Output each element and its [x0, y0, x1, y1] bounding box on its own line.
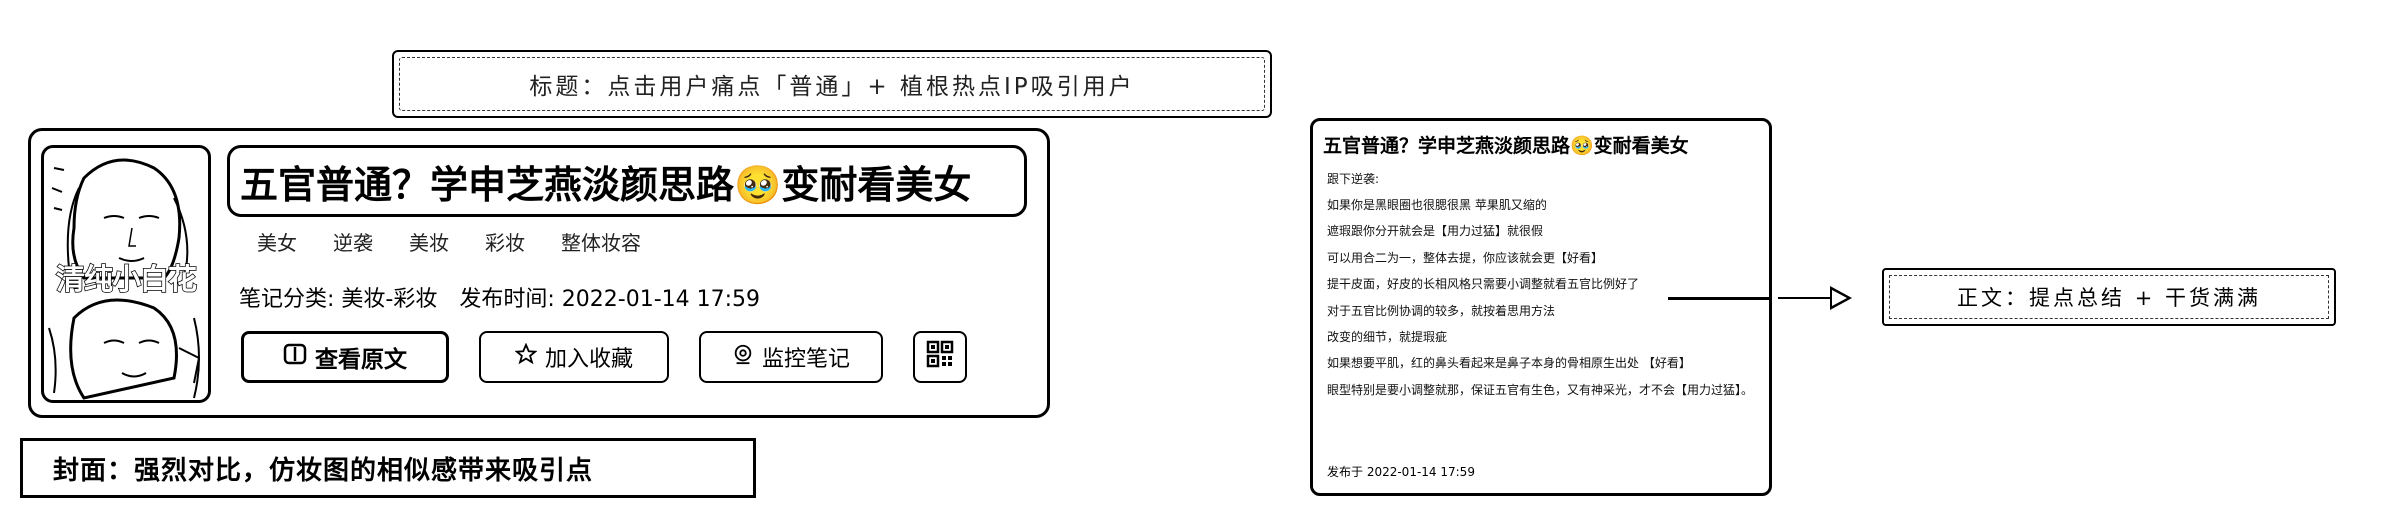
connector-line [1778, 297, 1832, 299]
note-title-text: 五官普通？学申芝燕淡颜思路🥹变耐看美女 [240, 162, 972, 207]
publish-time-value: 2022-01-14 17:59 [561, 287, 761, 312]
preview-title: 五官普通？学申芝燕淡颜思路🥹变耐看美女 [1323, 135, 1689, 157]
preview-line: 改变的细节，就提瑕疵 [1327, 329, 1448, 344]
target-icon [732, 343, 754, 371]
title-annotation: 标题：点击用户痛点「普通」+ 植根热点IP吸引用户 [392, 50, 1272, 118]
tag-item[interactable]: 整体妆容 [561, 227, 641, 256]
preview-date: 发布于 2022-01-14 17:59 [1327, 464, 1475, 479]
preview-highlight-line [1668, 297, 1772, 300]
tag-item[interactable]: 逆袭 [333, 227, 373, 256]
publish-time-label: 发布时间: [459, 287, 555, 312]
preview-line: 跟下逆袭: [1327, 171, 1380, 186]
book-icon [283, 342, 307, 372]
category-field: 笔记分类: 美妆-彩妆 [239, 281, 437, 313]
note-preview-card: 五官普通？学申芝燕淡颜思路🥹变耐看美女 跟下逆袭: 如果你是黑眼圈也很腮很黑 苹… [1310, 118, 1772, 496]
qr-code-button[interactable] [913, 331, 967, 383]
body-annotation: 正文：提点总结 + 干货满满 [1882, 268, 2336, 326]
note-card: 清纯小白花 五官普通？学申芝燕淡颜思路🥹变耐看美女 美女 逆袭 美妆 彩妆 整体… [28, 128, 1050, 418]
preview-line: 遮瑕跟你分开就会是【用力过猛】就很假 [1327, 224, 1544, 239]
qr-code-icon [926, 340, 954, 374]
tag-list: 美女 逆袭 美妆 彩妆 整体妆容 [257, 227, 641, 256]
preview-line: 如果想要平肌，红的鼻头看起来是鼻子本身的骨相原生出处 【好看】 [1327, 356, 1691, 371]
view-original-button[interactable]: 查看原文 [241, 331, 449, 383]
preview-line: 可以用合二为一，整体去提，你应该就会更【好看】 [1327, 250, 1604, 265]
add-favorite-button[interactable]: 加入收藏 [479, 331, 669, 383]
note-meta: 笔记分类: 美妆-彩妆 发布时间: 2022-01-14 17:59 [239, 281, 760, 313]
monitor-note-label: 监控笔记 [761, 347, 850, 372]
body-annotation-text: 正文：提点总结 + 干货满满 [1957, 286, 2261, 310]
monitor-note-button[interactable]: 监控笔记 [699, 331, 883, 383]
preview-line: 如果你是黑眼圈也很腮很黑 苹果肌又缩的 [1327, 197, 1547, 212]
cover-annotation: 封面：强烈对比，仿妆图的相似感带来吸引点 [20, 438, 756, 498]
tag-item[interactable]: 彩妆 [485, 227, 525, 256]
arrow-right-icon-inner [1832, 290, 1847, 306]
note-actions: 查看原文 加入收藏 监控笔记 [241, 331, 967, 383]
star-icon [514, 342, 538, 371]
title-annotation-text: 标题：点击用户痛点「普通」+ 植根热点IP吸引用户 [529, 74, 1135, 100]
note-title[interactable]: 五官普通？学申芝燕淡颜思路🥹变耐看美女 [227, 145, 1027, 217]
view-original-label: 查看原文 [315, 347, 407, 373]
add-favorite-label: 加入收藏 [544, 347, 633, 372]
publish-time-field: 发布时间: 2022-01-14 17:59 [459, 281, 760, 313]
category-label: 笔记分类: [239, 287, 335, 312]
category-value: 美妆-彩妆 [341, 287, 438, 312]
cover-annotation-text: 封面：强烈对比，仿妆图的相似感带来吸引点 [53, 455, 594, 486]
cover-caption: 清纯小白花 [55, 261, 198, 297]
preview-line: 对于五官比例协调的较多，就按着思用方法 [1327, 303, 1556, 318]
tag-item[interactable]: 美女 [257, 227, 297, 256]
preview-line: 眼型特别是要小调整就那，保证五官有生色，又有神采光，才不会【用力过猛】。 [1327, 382, 1754, 397]
tag-item[interactable]: 美妆 [409, 227, 449, 256]
note-cover-image[interactable]: 清纯小白花 [41, 145, 211, 403]
preview-line: 提干皮面，好皮的长相风格只需要小调整就看五官比例好了 [1327, 277, 1640, 292]
